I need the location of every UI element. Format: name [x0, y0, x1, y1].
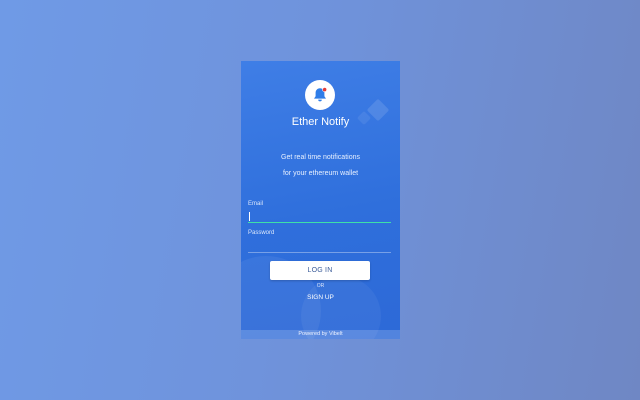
tagline-line-1: Get real time notifications: [281, 154, 360, 161]
email-label: Email: [248, 201, 264, 207]
email-field[interactable]: [248, 210, 391, 223]
login-button[interactable]: LOG IN: [270, 261, 370, 280]
signup-link[interactable]: SIGN UP: [241, 294, 400, 301]
app-logo: [305, 80, 335, 110]
password-field[interactable]: [248, 240, 391, 253]
app-title: Ether Notify: [291, 116, 350, 128]
tagline-line-2: for your ethereum wallet: [282, 170, 359, 177]
bell-icon: [314, 87, 327, 102]
login-panel: Ether Notify Get real time notifications…: [241, 61, 400, 339]
or-divider-text: OR: [316, 283, 325, 289]
powered-by-footer: Powered by Vibelt: [241, 330, 400, 339]
password-label: Password: [248, 230, 275, 236]
text-caret: [249, 212, 250, 221]
